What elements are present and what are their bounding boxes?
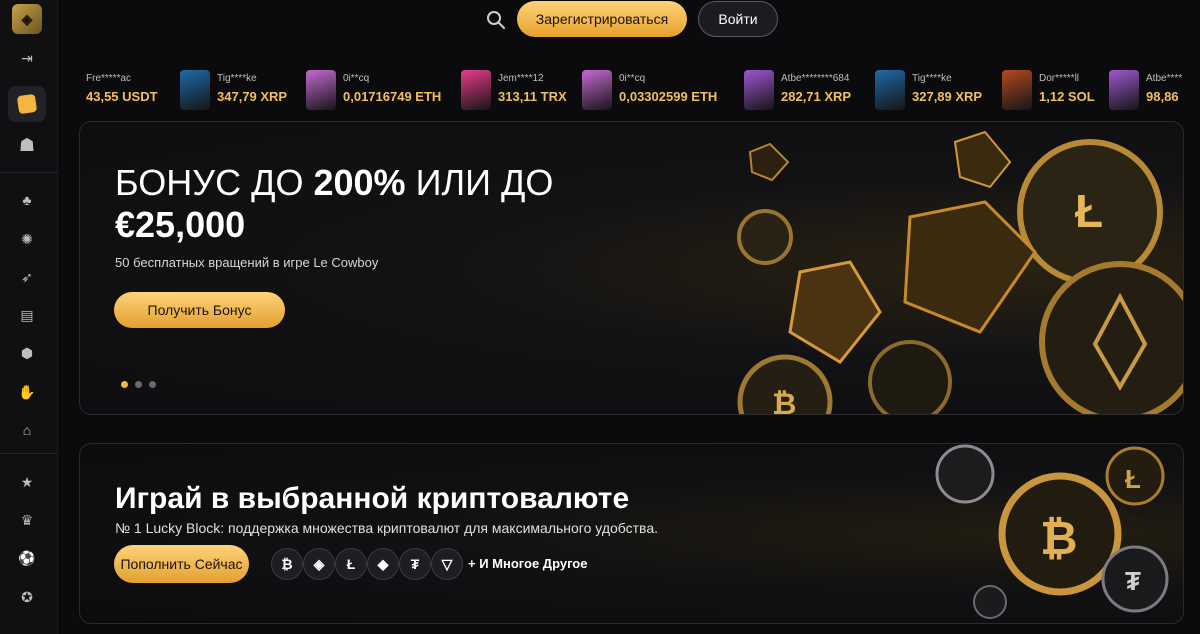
logo[interactable]: ◈ — [12, 4, 42, 34]
ticker-username: 0i**cq — [343, 73, 370, 84]
sidebar-item-slots[interactable]: ♣ — [17, 190, 37, 210]
divider — [0, 453, 58, 454]
ticker-amount: 98,86 — [1146, 89, 1179, 104]
coin-icon: ₮ — [399, 548, 431, 580]
search-icon[interactable] — [485, 9, 507, 31]
collapse-sidebar-icon[interactable]: ⇥ — [17, 48, 37, 68]
ticker-username: Atbe**** — [1146, 73, 1183, 84]
get-bonus-button[interactable]: Получить Бонус — [114, 292, 285, 328]
carousel-dot[interactable] — [121, 381, 128, 388]
game-thumbnail[interactable] — [180, 70, 210, 110]
crypto-title: Играй в выбранной криптовалюте — [115, 482, 630, 515]
bonus-title-text: БОНУС ДО — [115, 162, 314, 203]
crypto-banner: ₿ Ł ₮ Играй в выбранной криптовалюте № 1… — [79, 443, 1184, 624]
ticker-username: Fre*****ac — [86, 73, 132, 84]
register-button[interactable]: Зарегистрироваться — [517, 1, 687, 37]
bonus-subtitle: 50 бесплатных вращений в игре Le Cowboy — [115, 255, 379, 270]
game-thumbnail[interactable] — [1109, 70, 1139, 110]
crypto-coins-artwork: Ł ₿ — [737, 130, 1183, 415]
sidebar-item-live-casino[interactable]: ☗ — [17, 135, 37, 155]
sidebar-item-sports[interactable]: ⚽ — [17, 548, 37, 568]
recent-wins-ticker: Fre*****ac 43,55 USDT Tig****ke 347,79 XRP 0… — [58, 60, 1200, 120]
ticker-amount: 327,89 XRP — [912, 89, 983, 104]
ticker-amount: 347,79 XRP — [217, 89, 288, 104]
coin-icon: ◆ — [367, 548, 399, 580]
coin-icon: ▽ — [431, 548, 463, 580]
game-thumbnail[interactable] — [1002, 70, 1032, 110]
coin-icon: ◈ — [303, 548, 335, 580]
sidebar-item-vip[interactable]: ✪ — [17, 587, 37, 607]
topbar: Зарегистрироваться Войти — [58, 0, 1200, 40]
ticker-amount: 282,71 XRP — [781, 89, 852, 104]
ticker-username: 0i**cq — [619, 73, 646, 84]
bonus-title-percent: 200% — [313, 162, 406, 203]
svg-text:Ł: Ł — [1075, 185, 1103, 237]
game-thumbnail[interactable] — [744, 70, 774, 110]
sidebar-item-trophy[interactable]: ♛ — [17, 510, 37, 530]
sidebar-item-dice[interactable]: ⬢ — [17, 343, 37, 363]
deposit-now-button[interactable]: Пополнить Сейчас — [114, 545, 249, 583]
sidebar: ◈ ⇥ ☗ ♣ ✺ ➶ ▤ ⬢ ✋ ⌂ ★ ♛ ⚽ ✪ — [0, 0, 58, 634]
game-thumbnail[interactable] — [875, 70, 905, 110]
game-thumbnail[interactable] — [461, 70, 491, 110]
crypto-subtitle: № 1 Lucky Block: поддержка множества кри… — [115, 520, 658, 536]
ticker-amount: 43,55 USDT — [86, 89, 158, 104]
carousel-dot[interactable] — [149, 381, 156, 388]
login-button[interactable]: Войти — [698, 1, 778, 37]
ticker-amount: 1,12 SOL — [1039, 89, 1095, 104]
ticker-amount: 313,11 TRX — [498, 89, 567, 104]
svg-text:₿: ₿ — [1040, 512, 1078, 564]
game-thumbnail[interactable] — [582, 70, 612, 110]
sidebar-item-promotions[interactable]: ✋ — [17, 382, 37, 402]
bonus-title-amount: €25,000 — [115, 204, 246, 245]
cards-icon — [16, 93, 38, 115]
ticker-username: Tig****ke — [912, 73, 952, 84]
sidebar-item-favorites[interactable]: ★ — [17, 472, 37, 492]
divider — [0, 172, 58, 173]
svg-text:₮: ₮ — [1125, 566, 1141, 596]
coin-icon: ₿ — [271, 548, 303, 580]
ticker-username: Atbe********684 — [781, 73, 850, 84]
sidebar-item-casino[interactable] — [8, 86, 46, 122]
ticker-username: Jem****12 — [498, 73, 544, 84]
supported-coins: ₿ ◈ Ł ◆ ₮ ▽ — [271, 548, 463, 580]
ticker-amount: 0,03302599 ETH — [619, 89, 718, 104]
crypto-coins-artwork: ₿ Ł ₮ — [935, 444, 1169, 619]
svg-text:Ł: Ł — [1125, 464, 1141, 494]
ticker-amount: 0,01716749 ETH — [343, 89, 442, 104]
ticker-username: Tig****ke — [217, 73, 257, 84]
bonus-banner[interactable]: Ł ₿ БОНУС ДО 200% ИЛИ ДО €25,000 50 бесп… — [79, 121, 1184, 415]
carousel-dot[interactable] — [135, 381, 142, 388]
sidebar-item-crash[interactable]: ➶ — [17, 267, 37, 287]
sidebar-item-tickets[interactable]: ▤ — [17, 305, 37, 325]
sidebar-item-roulette[interactable]: ✺ — [17, 229, 37, 249]
coin-icon: Ł — [335, 548, 367, 580]
bonus-title: БОНУС ДО 200% ИЛИ ДО €25,000 — [115, 162, 635, 246]
bonus-title-text: ИЛИ ДО — [405, 162, 554, 203]
sidebar-item-rocket[interactable]: ⌂ — [17, 420, 37, 440]
game-thumbnail[interactable] — [306, 70, 336, 110]
more-coins-label: + И Многое Другое — [468, 556, 588, 571]
svg-text:₿: ₿ — [772, 388, 796, 415]
ticker-username: Dor*****ll — [1039, 73, 1080, 84]
